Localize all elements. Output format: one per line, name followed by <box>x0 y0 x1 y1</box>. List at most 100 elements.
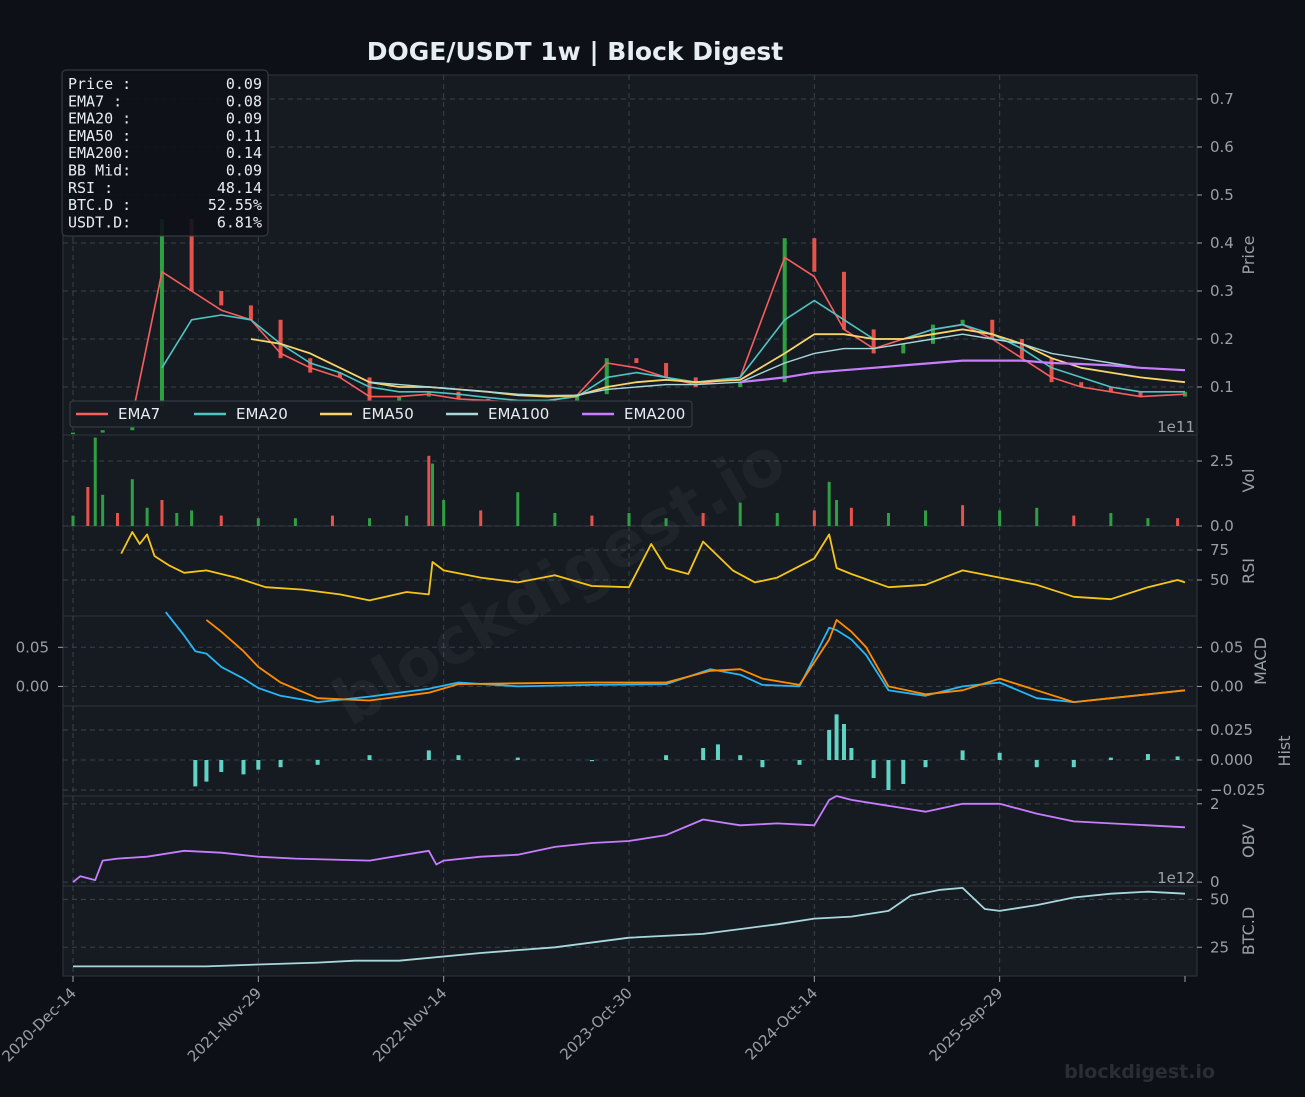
volume-bar <box>701 513 705 526</box>
volume-bar <box>1035 507 1039 526</box>
volume-bar <box>961 505 965 526</box>
volume-bar <box>1109 513 1113 526</box>
volume-bar <box>405 515 409 526</box>
info-label: USDT.D: <box>68 213 131 231</box>
volume-bar <box>219 515 223 526</box>
y-axis-label: Vol <box>1239 469 1258 493</box>
histogram-bar <box>1175 756 1180 760</box>
volume-bar <box>101 494 105 526</box>
histogram-bar <box>256 760 261 770</box>
price-candle <box>248 305 253 320</box>
histogram-bar <box>241 760 246 775</box>
panel-hist <box>62 705 1198 797</box>
volume-bar <box>553 513 557 526</box>
price-candle <box>308 358 313 373</box>
chart-title: DOGE/USDT 1w | Block Digest <box>367 37 784 66</box>
volume-bar <box>849 507 853 526</box>
legend: EMA7 EMA20 EMA50 EMA100 EMA200 <box>69 400 693 428</box>
volume-bar <box>479 510 483 526</box>
histogram-bar <box>204 760 209 782</box>
histogram-bar <box>997 752 1002 760</box>
price-candle <box>159 219 164 407</box>
price-candle <box>634 358 639 363</box>
histogram-bar <box>849 748 854 760</box>
histogram-bar <box>367 755 372 760</box>
histogram-bar <box>871 760 876 778</box>
histogram-bar <box>886 760 891 790</box>
histogram-bar <box>834 714 839 760</box>
price-candle <box>664 363 669 378</box>
y-tick-label: 0 <box>1210 873 1220 891</box>
volume-bar <box>835 500 839 526</box>
histogram-bar <box>1108 757 1113 760</box>
histogram-bar <box>841 724 846 760</box>
y-tick-label: 0.00 <box>1210 677 1243 695</box>
volume-bar <box>664 518 668 526</box>
info-value: 0.09 <box>226 75 262 93</box>
legend-label: EMA50 <box>362 405 414 423</box>
price-candle <box>100 430 105 433</box>
y-tick-label: 0.025 <box>1210 721 1253 739</box>
price-candle <box>456 391 461 399</box>
info-value: 0.08 <box>226 92 262 110</box>
info-label: BTC.D : <box>68 196 131 214</box>
info-value: 0.09 <box>226 162 262 180</box>
histogram-bar <box>278 760 283 768</box>
y-tick-label: 0.4 <box>1210 234 1234 252</box>
y-axis-label: OBV <box>1239 824 1258 858</box>
legend-label: EMA100 <box>488 405 549 423</box>
histogram-bar <box>1145 754 1150 760</box>
price-candle <box>71 432 75 435</box>
y-tick-label: 0.0 <box>1210 517 1234 535</box>
histogram-bar <box>1034 760 1039 768</box>
volume-bar <box>886 513 890 526</box>
volume-bar <box>1072 515 1076 526</box>
y-axis-label: MACD <box>1251 637 1270 685</box>
axis-offset-label: 1e11 <box>1157 418 1195 436</box>
histogram-bar <box>1071 760 1076 768</box>
histogram-bar <box>923 760 928 768</box>
histogram-bar <box>426 750 431 760</box>
y-tick-label: 25 <box>1210 938 1229 956</box>
y-tick-label-left: 0.00 <box>16 677 49 695</box>
volume-bar <box>812 510 816 526</box>
volume-bar <box>93 437 97 526</box>
volume-bar <box>590 515 594 526</box>
y-tick-label: 0.6 <box>1210 138 1234 156</box>
histogram-bar <box>960 750 965 760</box>
y-tick-label-left: 0.05 <box>16 638 49 656</box>
y-tick-label: 50 <box>1210 890 1229 908</box>
histogram-bar <box>219 760 224 772</box>
y-axis-label: Hist <box>1275 735 1294 766</box>
volume-bar <box>442 500 446 526</box>
volume-bar <box>516 492 520 526</box>
info-value: 52.55% <box>208 196 262 214</box>
histogram-bar <box>701 748 706 760</box>
histogram-bar <box>738 755 743 760</box>
histogram-bar <box>589 760 594 762</box>
volume-bar <box>1176 518 1180 526</box>
y-tick-label: 0.1 <box>1210 378 1234 396</box>
volume-bar <box>293 518 297 526</box>
info-label: EMA50 : <box>68 127 131 145</box>
watermark-corner: blockdigest.io <box>1064 1061 1215 1083</box>
volume-bar <box>190 510 194 526</box>
histogram-bar <box>827 730 832 760</box>
volume-bar <box>160 500 164 526</box>
y-tick-label: 0.05 <box>1210 638 1243 656</box>
price-candle <box>871 329 876 354</box>
legend-label: EMA200 <box>624 405 685 423</box>
volume-bar <box>738 502 742 526</box>
volume-bar <box>86 487 90 526</box>
y-tick-label: 0.2 <box>1210 330 1234 348</box>
y-tick-label: 2 <box>1210 795 1220 813</box>
histogram-bar <box>797 760 802 765</box>
info-label: Price : <box>68 75 131 93</box>
y-tick-label: 0.3 <box>1210 282 1234 300</box>
y-tick-label: 2.5 <box>1210 452 1234 470</box>
y-axis-label: RSI <box>1239 558 1258 584</box>
volume-bar <box>627 513 631 526</box>
info-value: 48.14 <box>217 179 262 197</box>
panel-macd <box>62 615 1198 707</box>
info-value: 0.11 <box>226 127 262 145</box>
